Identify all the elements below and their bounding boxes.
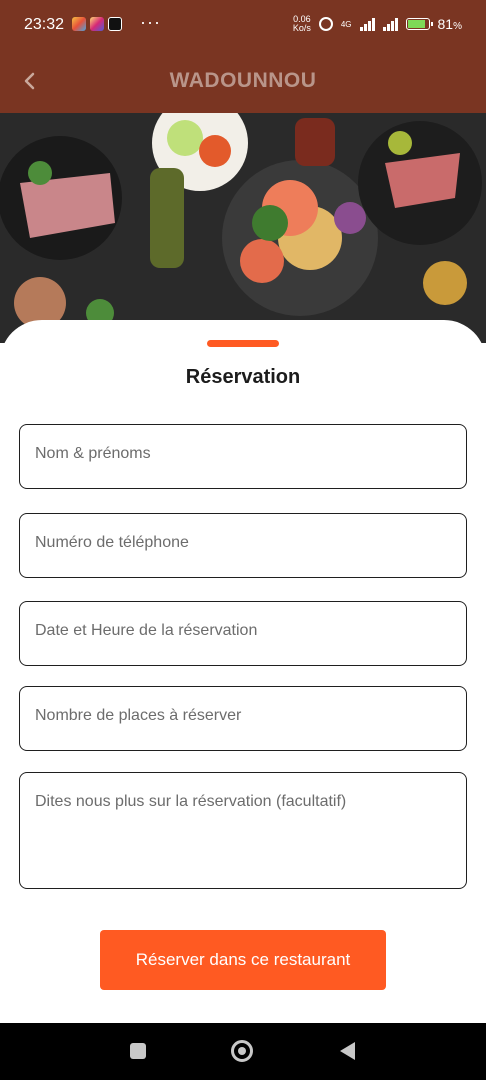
status-indicators: 0.06 Ko/s 4G 81% bbox=[293, 15, 462, 33]
battery-icon bbox=[405, 18, 433, 30]
hotspot-icon bbox=[318, 17, 333, 31]
notification-icons bbox=[72, 17, 122, 31]
page-title: WADOUNNOU bbox=[169, 69, 317, 92]
home-icon[interactable] bbox=[231, 1040, 253, 1062]
notes-textarea-placeholder: Dites nous plus sur la réservation (facu… bbox=[35, 793, 347, 810]
system-nav-bar bbox=[0, 1023, 486, 1080]
photos-app-icon bbox=[72, 17, 86, 31]
name-field-placeholder: Nom & prénoms bbox=[35, 445, 151, 462]
drag-handle[interactable] bbox=[207, 340, 279, 347]
net-speed: 0.06 Ko/s bbox=[293, 15, 311, 33]
battery-fill bbox=[407, 20, 426, 28]
phone-field-placeholder: Numéro de téléphone bbox=[35, 534, 189, 551]
back-triangle-icon[interactable] bbox=[340, 1042, 355, 1060]
datetime-field-placeholder: Date et Heure de la réservation bbox=[35, 622, 258, 639]
reserve-button[interactable]: Réserver dans ce restaurant bbox=[100, 930, 386, 990]
status-bar: 23:32 ··· 0.06 Ko/s 4G 81% bbox=[0, 0, 486, 50]
seats-field[interactable]: Nombre de places à réserver bbox=[19, 686, 467, 751]
seats-field-placeholder: Nombre de places à réserver bbox=[35, 707, 242, 724]
network-type: 4G bbox=[340, 19, 352, 29]
instagram-icon bbox=[90, 17, 104, 31]
reservation-sheet: Réservation Nom & prénoms Numéro de télé… bbox=[0, 320, 486, 1023]
datetime-field[interactable]: Date et Heure de la réservation bbox=[19, 601, 467, 666]
notes-textarea[interactable]: Dites nous plus sur la réservation (facu… bbox=[19, 772, 467, 889]
recent-apps-icon[interactable] bbox=[130, 1043, 146, 1059]
tiktok-icon bbox=[108, 17, 122, 31]
battery-percent: 81% bbox=[437, 16, 462, 32]
signal-icon bbox=[359, 17, 375, 31]
phone-field[interactable]: Numéro de téléphone bbox=[19, 513, 467, 578]
form-title: Réservation bbox=[185, 366, 301, 388]
signal-icon-2 bbox=[382, 17, 398, 31]
food-spread-image bbox=[0, 113, 486, 343]
net-speed-unit: Ko/s bbox=[292, 23, 311, 33]
more-notifications-icon: ··· bbox=[140, 12, 161, 32]
hero-illustration bbox=[0, 113, 486, 343]
status-time: 23:32 bbox=[24, 16, 65, 33]
name-field[interactable]: Nom & prénoms bbox=[19, 424, 467, 489]
app-bar: WADOUNNOU bbox=[0, 50, 486, 113]
